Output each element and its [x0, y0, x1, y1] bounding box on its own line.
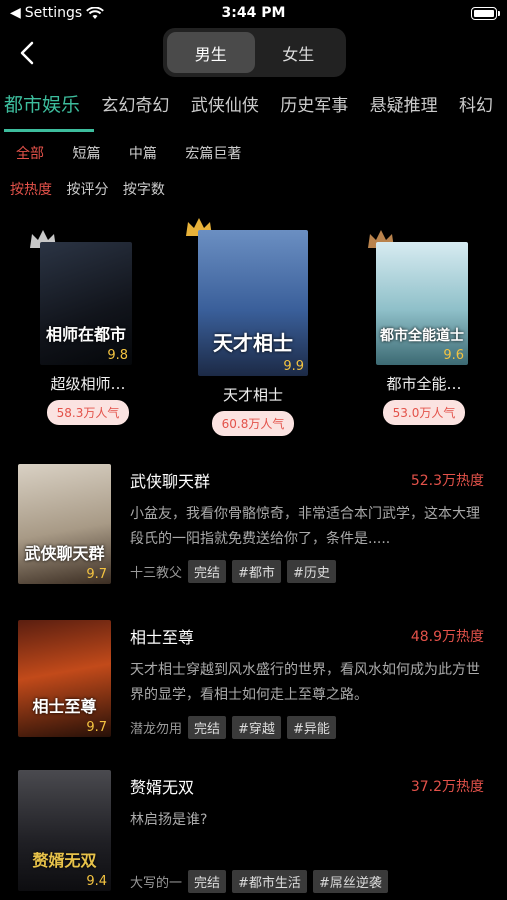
popularity-badge: 53.0万人气	[382, 400, 466, 425]
book-name: 都市全能…	[386, 375, 462, 393]
filter-medium[interactable]: 中篇	[129, 146, 157, 162]
book-cover: 天才相士 9.9	[198, 230, 308, 376]
genre-tag[interactable]: #都市	[232, 560, 281, 583]
heat-value: 52.3万热度	[410, 473, 484, 489]
top-book-1[interactable]: 天才相士 9.9 天才相士 60.8万人气	[186, 216, 316, 436]
tab-category-fantasy[interactable]: 玄幻奇幻	[101, 91, 169, 116]
book-cover: 相士至尊 9.7	[18, 620, 111, 737]
book-title: 相士至尊	[130, 628, 195, 647]
book-meta: 大写的一 完结 #都市生活 #屌丝逆袭	[130, 870, 388, 893]
chevron-left-icon	[20, 41, 34, 65]
genre-tag[interactable]: #异能	[286, 716, 336, 739]
tab-category-urban[interactable]: 都市娱乐	[4, 90, 80, 117]
heat-value: 37.2万热度	[410, 779, 484, 795]
book-score: 9.7	[86, 567, 107, 582]
filter-short[interactable]: 短篇	[72, 146, 100, 162]
battery-icon	[471, 7, 500, 20]
book-cover: 相师在都市 9.8	[40, 242, 132, 365]
status-tag[interactable]: 完结	[188, 560, 227, 583]
cover-title: 相师在都市	[45, 325, 126, 344]
list-item[interactable]: 相士至尊 9.7 相士至尊 48.9万热度 天才相士穿越到风水盛行的世界，看风水…	[18, 620, 490, 750]
list-item[interactable]: 武侠聊天群 9.7 武侠聊天群 52.3万热度 小盆友，我看你骨骼惊奇，非常适合…	[18, 464, 490, 594]
genre-tag[interactable]: #历史	[286, 560, 336, 583]
tab-category-history[interactable]: 历史军事	[280, 91, 348, 116]
top-book-2[interactable]: 相师在都市 9.8 超级相师… 58.3万人气	[30, 228, 138, 425]
sort-popularity[interactable]: 按热度	[10, 182, 52, 198]
sort-filters: 按热度 按评分 按字数	[10, 179, 175, 199]
cover-title: 赘婿无双	[32, 851, 97, 870]
heat-value: 48.9万热度	[410, 629, 484, 645]
status-time: 3:44 PM	[221, 5, 286, 21]
book-cover: 赘婿无双 9.4	[18, 770, 111, 891]
book-author: 大写的一	[130, 876, 183, 891]
book-name: 超级相师…	[50, 375, 126, 393]
tab-category-scifi[interactable]: 科幻	[459, 91, 493, 116]
book-score: 9.8	[107, 348, 128, 363]
list-item[interactable]: 赘婿无双 9.4 赘婿无双 37.2万热度 林启扬是谁? 大写的一 完结 #都市…	[18, 770, 490, 900]
back-button[interactable]	[14, 38, 40, 68]
genre-tag[interactable]: #都市生活	[232, 870, 307, 893]
category-active-indicator	[4, 129, 94, 132]
tab-male[interactable]: 男生	[167, 32, 255, 73]
tab-female[interactable]: 女生	[255, 32, 343, 73]
cover-title: 天才相士	[213, 331, 293, 355]
status-tag[interactable]: 完结	[188, 870, 227, 893]
category-tabs: 都市娱乐 玄幻奇幻 武侠仙侠 历史军事 悬疑推理 科幻	[4, 90, 507, 117]
book-description: 林启扬是谁?	[130, 812, 208, 828]
book-meta: 潜龙勿用 完结 #穿越 #异能	[130, 716, 336, 739]
book-score: 9.9	[283, 359, 304, 374]
book-title: 赘婿无双	[130, 778, 195, 797]
cover-title: 都市全能道士	[380, 328, 464, 344]
book-score: 9.6	[443, 348, 464, 363]
sort-wordcount[interactable]: 按字数	[123, 182, 165, 198]
book-title: 武侠聊天群	[130, 472, 211, 491]
gender-segment: 男生 女生	[163, 28, 346, 77]
book-author: 十三教父	[130, 566, 183, 581]
filter-epic[interactable]: 宏篇巨著	[185, 146, 241, 162]
book-description: 小盆友，我看你骨骼惊奇，非常适合本门武学，这本大理段氏的一阳指就免费送给你了，条…	[130, 506, 480, 547]
tab-category-mystery[interactable]: 悬疑推理	[370, 91, 438, 116]
genre-tag[interactable]: #穿越	[232, 716, 281, 739]
book-author: 潜龙勿用	[130, 722, 183, 737]
genre-tag[interactable]: #屌丝逆袭	[312, 870, 388, 893]
book-cover: 武侠聊天群 9.7	[18, 464, 111, 584]
book-description: 天才相士穿越到风水盛行的世界，看风水如何成为此方世界的显学，看相士如何走上至尊之…	[130, 662, 480, 703]
book-meta: 十三教父 完结 #都市 #历史	[130, 560, 336, 583]
filter-all[interactable]: 全部	[16, 146, 44, 162]
top-book-3[interactable]: 都市全能道士 9.6 都市全能… 53.0万人气	[368, 228, 474, 425]
book-cover: 都市全能道士 9.6	[376, 242, 468, 365]
sort-rating[interactable]: 按评分	[66, 182, 108, 198]
book-name: 天才相士	[222, 386, 283, 404]
status-bar: ◀ Settings 3:44 PM	[0, 0, 507, 28]
tab-category-wuxia[interactable]: 武侠仙侠	[191, 91, 259, 116]
status-tag[interactable]: 完结	[188, 716, 227, 739]
book-score: 9.7	[86, 720, 107, 735]
cover-title: 相士至尊	[32, 697, 97, 716]
length-filters: 全部 短篇 中篇 宏篇巨著	[16, 143, 265, 163]
popularity-badge: 60.8万人气	[211, 411, 295, 436]
book-score: 9.4	[86, 874, 107, 889]
cover-title: 武侠聊天群	[24, 544, 105, 563]
popularity-badge: 58.3万人气	[46, 400, 130, 425]
